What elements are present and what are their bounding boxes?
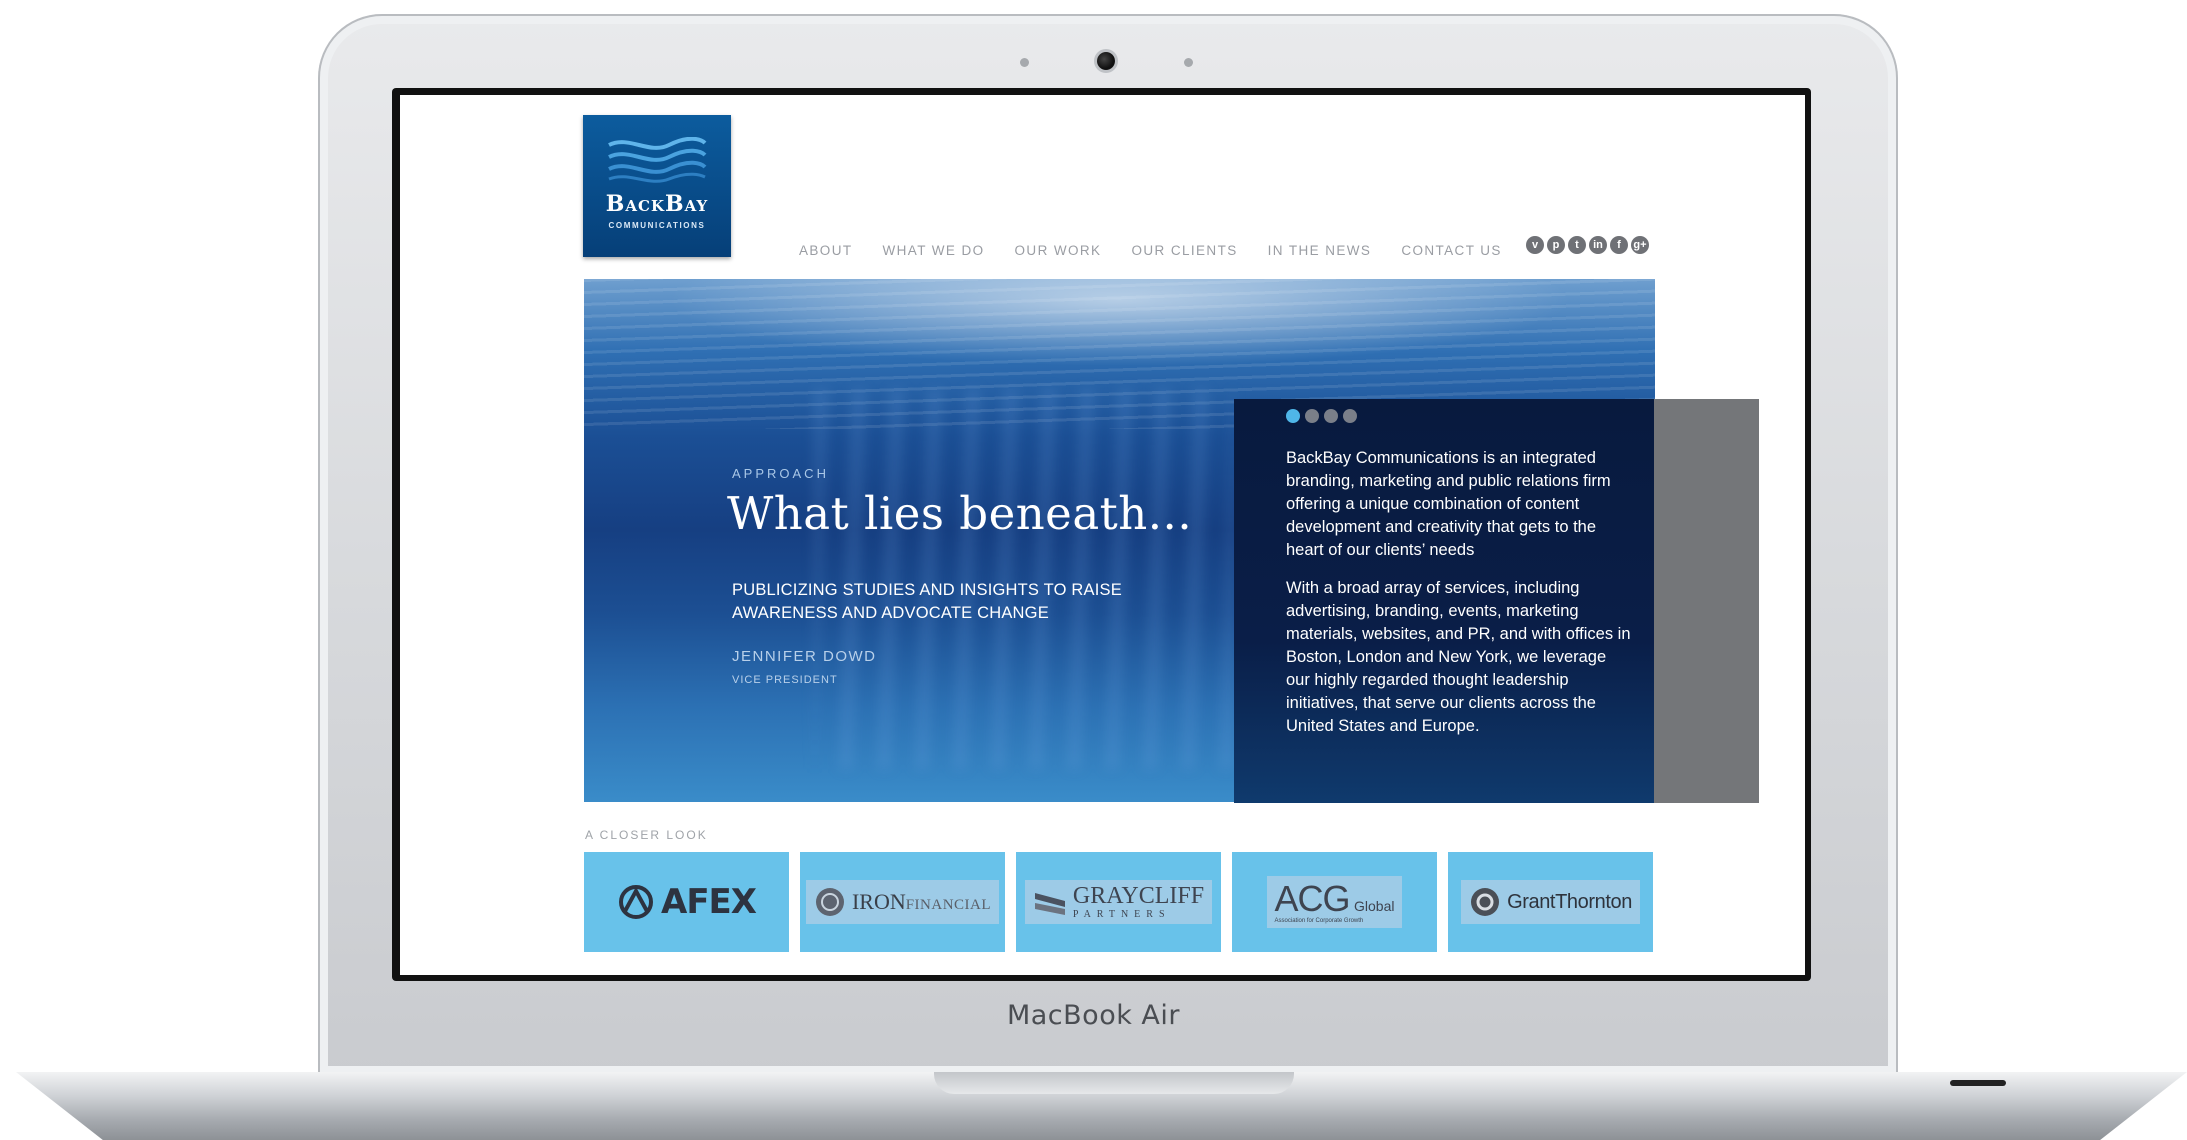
nav-about[interactable]: ABOUT	[799, 243, 853, 258]
client-acg-name: ACG	[1274, 877, 1351, 919]
graycliff-logo: GRAYCLIFF PARTNERS	[1024, 880, 1213, 924]
client-acg-wrap: ACG Global Association for Corporate Gro…	[1274, 877, 1395, 924]
client-iron-name: IRON	[851, 889, 906, 914]
twitter-icon[interactable]: t	[1568, 236, 1586, 254]
social-links: v p t in f g+	[1526, 236, 1649, 254]
logo-name: BackBay	[605, 191, 709, 217]
acg-global-logo: ACG Global Association for Corporate Gro…	[1266, 876, 1403, 928]
panel-text: BackBay Communications is an integrated …	[1286, 447, 1631, 753]
website-screen: BackBay COMMUNICATIONS ABOUT WHAT WE DO …	[400, 95, 1805, 975]
client-logos: AFEX IRONFINANCIAL GRAYCLIFF PARTNERS AC…	[584, 852, 1653, 952]
hero-kicker: APPROACH	[732, 466, 829, 481]
nav-our-work[interactable]: OUR WORK	[1015, 243, 1102, 258]
hero-side-tab	[1654, 399, 1759, 803]
iron-financial-logo-icon	[815, 888, 844, 916]
grant-thornton-logo: GrantThornton	[1461, 880, 1640, 924]
nav-in-the-news[interactable]: IN THE NEWS	[1268, 243, 1372, 258]
pinterest-icon[interactable]: p	[1547, 236, 1565, 254]
main-nav: ABOUT WHAT WE DO OUR WORK OUR CLIENTS IN…	[799, 243, 1532, 258]
laptop-port	[1950, 1080, 2006, 1086]
hero-title: What lies beneath...	[727, 487, 1193, 540]
laptop-notch	[934, 1072, 1294, 1094]
client-acg-suffix: Global	[1354, 897, 1395, 914]
nav-contact-us[interactable]: CONTACT US	[1401, 243, 1502, 258]
slide-dot-2[interactable]	[1305, 409, 1319, 423]
sensor-left	[1020, 58, 1029, 67]
iron-financial-logo: IRONFINANCIAL	[805, 880, 1000, 924]
client-graycliff-name: GRAYCLIFF	[1072, 883, 1205, 909]
logo-subtitle: COMMUNICATIONS	[608, 221, 706, 230]
closer-look-label: A CLOSER LOOK	[585, 828, 708, 842]
client-tile-acg-global[interactable]: ACG Global Association for Corporate Gro…	[1232, 852, 1437, 952]
graycliff-logo-icon	[1034, 893, 1065, 915]
client-iron-suffix: FINANCIAL	[905, 897, 992, 913]
vimeo-icon[interactable]: v	[1526, 236, 1544, 254]
linkedin-icon[interactable]: in	[1589, 236, 1607, 254]
afex-logo-icon	[619, 885, 653, 919]
client-acg-tagline: Association for Corporate Growth	[1274, 917, 1364, 924]
client-tile-graycliff[interactable]: GRAYCLIFF PARTNERS	[1016, 852, 1221, 952]
hero-person-name: JENNIFER DOWD	[732, 648, 877, 665]
facebook-icon[interactable]: f	[1610, 236, 1628, 254]
googleplus-icon[interactable]: g+	[1631, 236, 1649, 254]
grant-thornton-logo-icon	[1471, 888, 1500, 916]
afex-logo: AFEX	[609, 880, 764, 924]
sensor-right	[1184, 58, 1193, 67]
nav-our-clients[interactable]: OUR CLIENTS	[1131, 243, 1237, 258]
client-graycliff-wrap: GRAYCLIFF PARTNERS	[1073, 884, 1204, 920]
waves-icon	[608, 137, 707, 183]
client-tile-afex[interactable]: AFEX	[584, 852, 789, 952]
hero-person-role: VICE PRESIDENT	[732, 674, 838, 686]
client-tile-iron-financial[interactable]: IRONFINANCIAL	[800, 852, 1005, 952]
client-tile-grant-thornton[interactable]: GrantThornton	[1448, 852, 1653, 952]
hero-info-panel: BackBay Communications is an integrated …	[1234, 399, 1654, 803]
slide-dot-3[interactable]	[1324, 409, 1338, 423]
panel-paragraph-2: With a broad array of services, includin…	[1286, 579, 1631, 735]
laptop-brand-label: MacBook Air	[1006, 1000, 1181, 1031]
client-graycliff-sub: PARTNERS	[1072, 909, 1171, 920]
client-grant-thornton-name: GrantThornton	[1507, 890, 1632, 913]
hero-subtitle: PUBLICIZING STUDIES AND INSIGHTS TO RAIS…	[732, 581, 1122, 622]
nav-what-we-do[interactable]: WHAT WE DO	[883, 243, 985, 258]
slide-dot-4[interactable]	[1343, 409, 1357, 423]
client-afex-name: AFEX	[661, 882, 757, 922]
slide-dot-1[interactable]	[1286, 409, 1300, 423]
slide-indicators	[1286, 409, 1357, 423]
site-logo[interactable]: BackBay COMMUNICATIONS	[583, 115, 731, 257]
panel-paragraph-1: BackBay Communications is an integrated …	[1286, 449, 1611, 559]
client-iron-name-wrap: IRONFINANCIAL	[852, 889, 991, 915]
webcam-icon	[1097, 52, 1115, 70]
